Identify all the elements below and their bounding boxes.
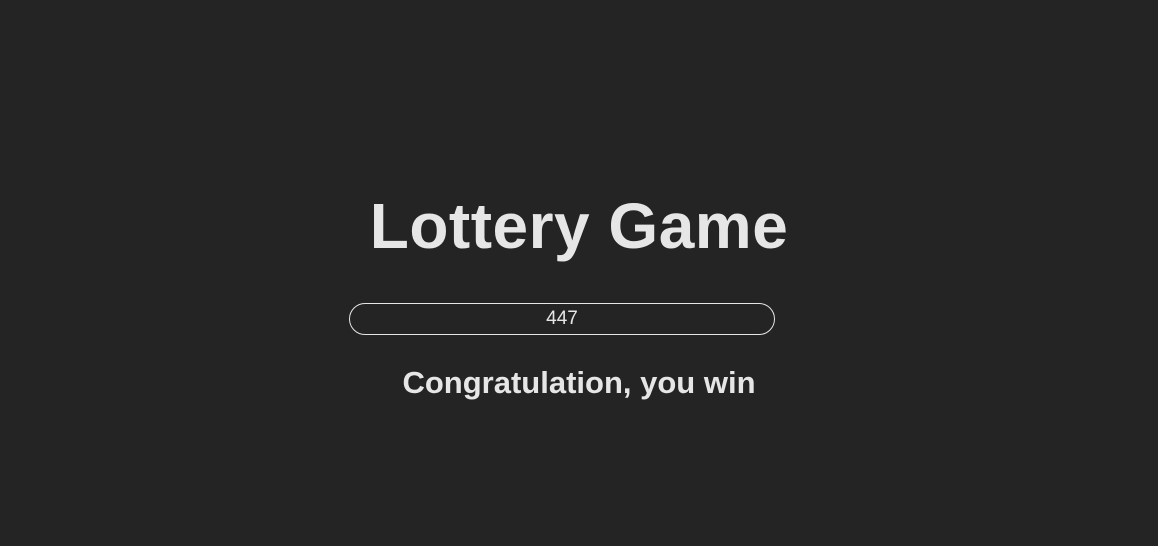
main-container: Lottery Game Congratulation, you win — [0, 0, 1158, 546]
page-title: Lottery Game — [369, 190, 789, 262]
guess-input[interactable] — [349, 303, 775, 335]
result-message: Congratulation, you win — [402, 365, 756, 400]
